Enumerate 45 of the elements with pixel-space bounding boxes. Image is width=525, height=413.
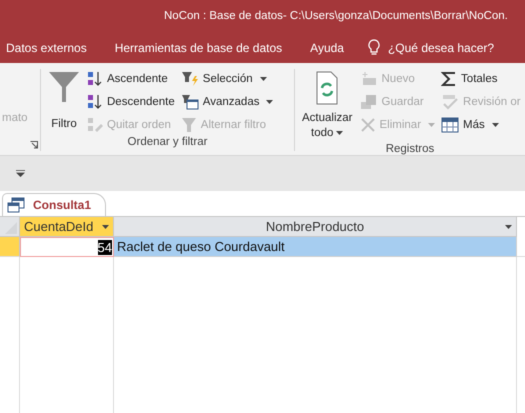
- caret-icon: [102, 225, 109, 229]
- window-title: NoCon : Base de datos- C:\Users\gonza\Documents\Borrar\NoCon.: [164, 10, 508, 22]
- ribbon-button[interactable]: Descendente: [85, 92, 177, 112]
- ribbon-button[interactable]: Filtro: [45, 69, 83, 134]
- caret-icon: [336, 130, 344, 135]
- column-header[interactable]: CuentaDeId: [20, 217, 114, 237]
- caret-icon: [505, 225, 512, 229]
- funnel-icon: [48, 71, 80, 103]
- column-header[interactable]: NombreProducto: [114, 217, 517, 237]
- delete-icon: [360, 117, 376, 133]
- group-label: Ordenar y filtrar: [126, 136, 208, 150]
- table-icon: [441, 117, 460, 133]
- caret-icon: [428, 123, 436, 127]
- new-record-icon: [360, 71, 378, 87]
- tell-me-field[interactable]: ¿Qué desea hacer?: [388, 40, 494, 54]
- table-cell[interactable]: Raclet de queso Courdavault: [114, 237, 517, 257]
- caret-icon: [260, 77, 267, 81]
- datasheet-icon: [7, 197, 25, 213]
- ribbon-button[interactable]: Totales: [439, 69, 523, 89]
- ribbon-tab[interactable]: Datos externos: [0, 40, 95, 54]
- ribbon-button[interactable]: Más: [439, 115, 523, 135]
- sort-descending-icon: [87, 94, 103, 110]
- ribbon-button[interactable]: Selección: [178, 69, 276, 89]
- save-icon: [360, 94, 378, 110]
- page-refresh-icon: [315, 71, 340, 105]
- lightbulb-icon: [368, 39, 380, 56]
- dropdown-icon[interactable]: [16, 170, 25, 177]
- ribbon-tab[interactable]: Herramientas de base de datos: [108, 40, 290, 54]
- group-label: Registros: [384, 143, 436, 155]
- dialog-launcher-icon[interactable]: [30, 141, 38, 149]
- ribbon-button[interactable]: Ascendente: [85, 69, 177, 89]
- funnel-lightning-icon: [180, 71, 199, 87]
- document-tab[interactable]: Consulta1: [2, 193, 106, 216]
- funnel-table-icon: [180, 94, 199, 110]
- eraser-icon: [87, 117, 103, 133]
- caret-icon: [266, 100, 274, 104]
- ribbon-tab[interactable]: Ayuda: [304, 40, 352, 54]
- ribbon-button[interactable]: Avanzadas: [178, 92, 276, 112]
- spelling-check-icon: [441, 94, 460, 110]
- sigma-icon: [441, 71, 458, 87]
- table-cell[interactable]: 54: [20, 237, 114, 257]
- sort-ascending-icon: [87, 71, 103, 87]
- funnel-icon: [180, 117, 197, 133]
- caret-icon: [492, 123, 499, 127]
- ribbon-button[interactable]: Actualizar todo: [299, 69, 356, 143]
